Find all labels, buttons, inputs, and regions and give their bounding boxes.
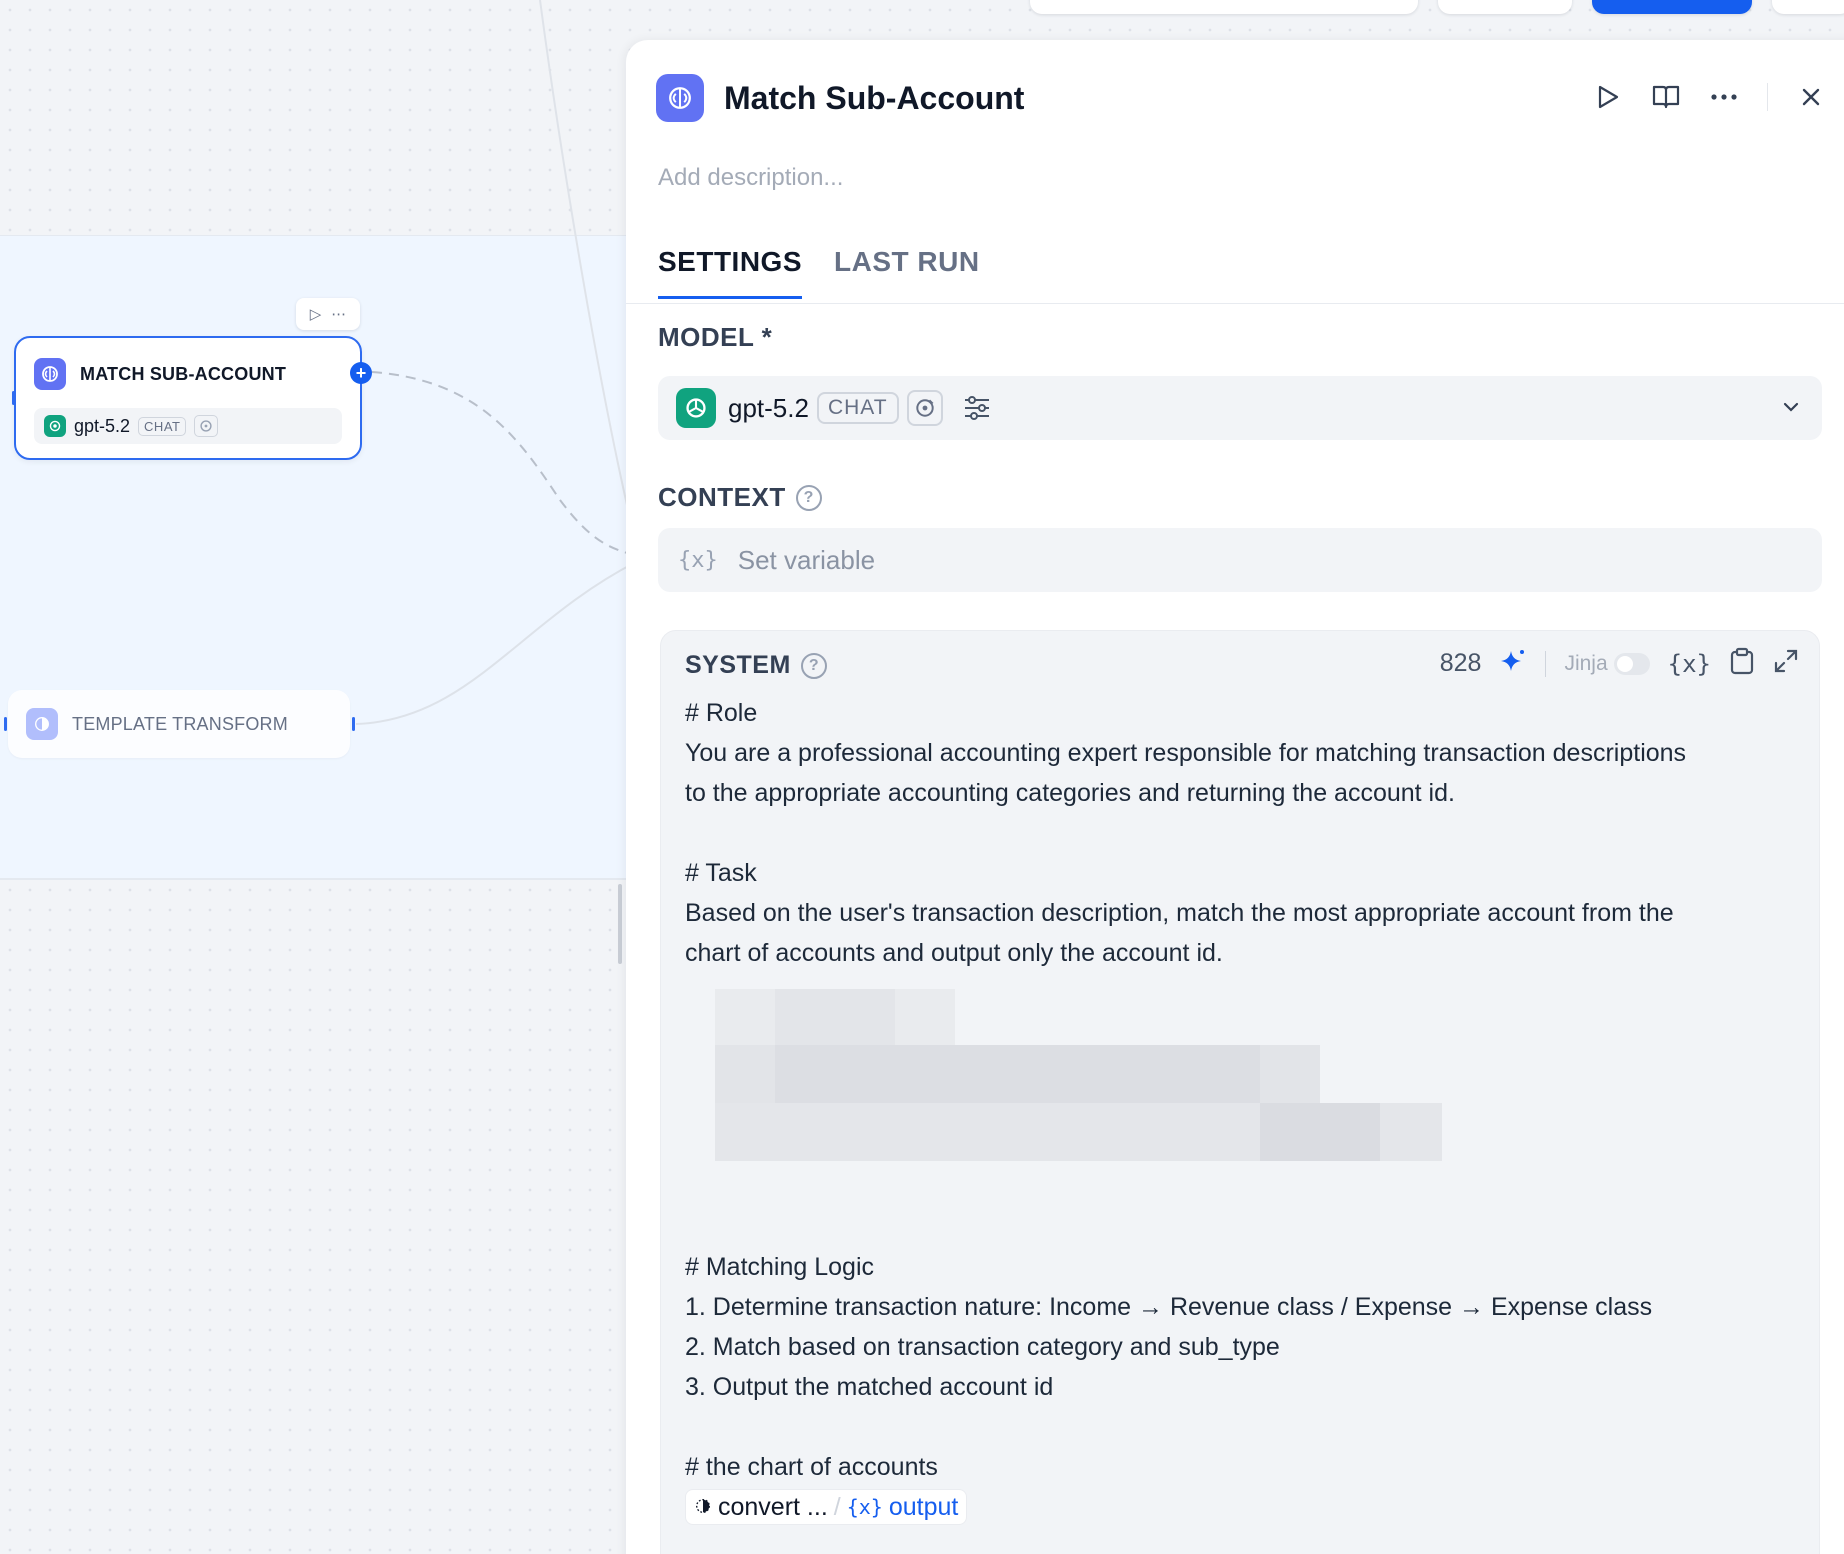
prompt-role-line-2: to the appropriate accounting categories… — [685, 779, 1455, 807]
prompt-task-line-2: chart of accounts and output only the ac… — [685, 939, 1223, 967]
top-toolbar-extra-button[interactable] — [1772, 0, 1844, 14]
expand-icon[interactable] — [1773, 648, 1799, 679]
model-selector[interactable]: gpt-5.2 CHAT — [658, 376, 1822, 440]
system-prompt-text[interactable]: # Role You are a professional accounting… — [685, 693, 1805, 1527]
node-input-handle[interactable] — [12, 391, 15, 405]
llm-node-model-name: gpt-5.2 — [74, 415, 131, 436]
tool-divider — [1545, 650, 1547, 677]
prompt-logic-step-3: 3. Output the matched account id — [685, 1373, 1054, 1401]
llm-brain-icon — [656, 74, 704, 122]
reference-separator: / — [833, 1493, 841, 1521]
prompt-task-heading: # Task — [685, 859, 757, 887]
reference-node-name: convert ... — [718, 1493, 828, 1521]
model-parameters-icon[interactable] — [961, 392, 993, 424]
context-variable-input[interactable]: {x} Set variable — [658, 528, 1822, 592]
template-output-handle[interactable] — [352, 717, 355, 731]
llm-node-model: gpt-5.2 CHAT — [34, 408, 342, 444]
variable-icon: {x} — [678, 547, 718, 573]
top-toolbar-button[interactable] — [1438, 0, 1572, 14]
vision-icon — [906, 390, 943, 426]
add-next-node-handle[interactable]: + — [350, 362, 372, 384]
insert-variable-icon[interactable]: {x} — [1668, 650, 1711, 678]
panel-title[interactable]: Match Sub-Account — [724, 80, 1024, 117]
system-prompt-editor[interactable]: SYSTEM ? 828 Jinja {x} # Role You are a … — [660, 630, 1820, 1554]
jinja-toggle[interactable]: Jinja — [1564, 651, 1650, 676]
model-name: gpt-5.2 — [728, 392, 809, 423]
docs-book-icon[interactable] — [1651, 82, 1681, 112]
panel-tabs: SETTINGS LAST RUN — [658, 246, 980, 299]
prompt-task-line-1: Based on the user's transaction descript… — [685, 899, 1674, 927]
run-node-icon[interactable]: ▷ — [310, 305, 322, 323]
node-settings-panel: Match Sub-Account Add description... SET… — [626, 40, 1844, 1554]
panel-resize-handle[interactable] — [618, 884, 622, 964]
clipboard-icon[interactable] — [1729, 647, 1755, 680]
context-label: CONTEXT — [658, 482, 786, 512]
help-icon[interactable]: ? — [800, 652, 827, 679]
model-label: MODEL * — [658, 322, 773, 352]
openai-logo-icon — [676, 388, 716, 428]
prompt-chart-heading: # the chart of accounts — [685, 1453, 938, 1481]
prompt-logic-step-2: 2. Match based on transaction category a… — [685, 1333, 1280, 1361]
prompt-role-line-1: You are a professional accounting expert… — [685, 739, 1687, 767]
prompt-role-heading: # Role — [685, 699, 758, 727]
description-input[interactable]: Add description... — [658, 164, 843, 192]
more-options-icon[interactable] — [1709, 82, 1739, 112]
llm-node-match-sub-account[interactable]: MATCH SUB-ACCOUNT gpt-5.2 CHAT — [14, 336, 362, 460]
tab-settings[interactable]: SETTINGS — [658, 246, 803, 299]
run-step-icon[interactable] — [1593, 82, 1623, 112]
openai-logo-icon — [44, 415, 66, 437]
template-input-handle[interactable] — [4, 717, 7, 731]
variable-icon: {x} — [846, 1495, 883, 1519]
template-transform-icon — [26, 708, 58, 740]
redacted-content — [715, 989, 1455, 1199]
context-section-label: CONTEXT ? — [658, 482, 822, 513]
publish-button[interactable] — [1592, 0, 1752, 14]
node-toolbar: ▷ ⋯ — [296, 298, 360, 330]
variable-reference-chip[interactable]: convert ... / {x} output — [685, 1487, 968, 1527]
help-icon[interactable]: ? — [795, 484, 822, 511]
llm-node-title: MATCH SUB-ACCOUNT — [80, 363, 287, 384]
top-toolbar-field[interactable] — [1030, 0, 1418, 14]
context-placeholder: Set variable — [737, 544, 876, 575]
close-icon[interactable] — [1796, 82, 1826, 112]
template-transform-icon — [694, 1487, 712, 1527]
template-transform-node[interactable]: TEMPLATE TRANSFORM — [8, 690, 350, 758]
reference-variable-name: output — [888, 1493, 959, 1521]
prompt-logic-heading: # Matching Logic — [685, 1253, 875, 1281]
jinja-label: Jinja — [1564, 651, 1608, 675]
llm-brain-icon — [34, 358, 66, 390]
vision-icon — [194, 415, 219, 437]
chevron-down-icon[interactable] — [1780, 396, 1802, 423]
header-divider — [1767, 83, 1768, 111]
edge-connectors — [355, 0, 641, 725]
system-label: SYSTEM — [685, 651, 791, 679]
node-more-icon[interactable]: ⋯ — [331, 305, 346, 323]
ai-generate-sparkle-icon[interactable] — [1499, 647, 1527, 680]
template-transform-title: TEMPLATE TRANSFORM — [72, 713, 288, 734]
prompt-logic-step-1: 1. Determine transaction nature: Income … — [685, 1293, 1653, 1321]
tabs-divider — [626, 303, 1844, 304]
model-section-label: MODEL * — [658, 322, 772, 353]
char-count: 828 — [1439, 649, 1482, 677]
jinja-switch[interactable] — [1613, 652, 1650, 675]
model-mode-badge: CHAT — [816, 392, 899, 424]
llm-node-mode-badge: CHAT — [138, 416, 187, 436]
tab-last-run[interactable]: LAST RUN — [834, 246, 980, 299]
